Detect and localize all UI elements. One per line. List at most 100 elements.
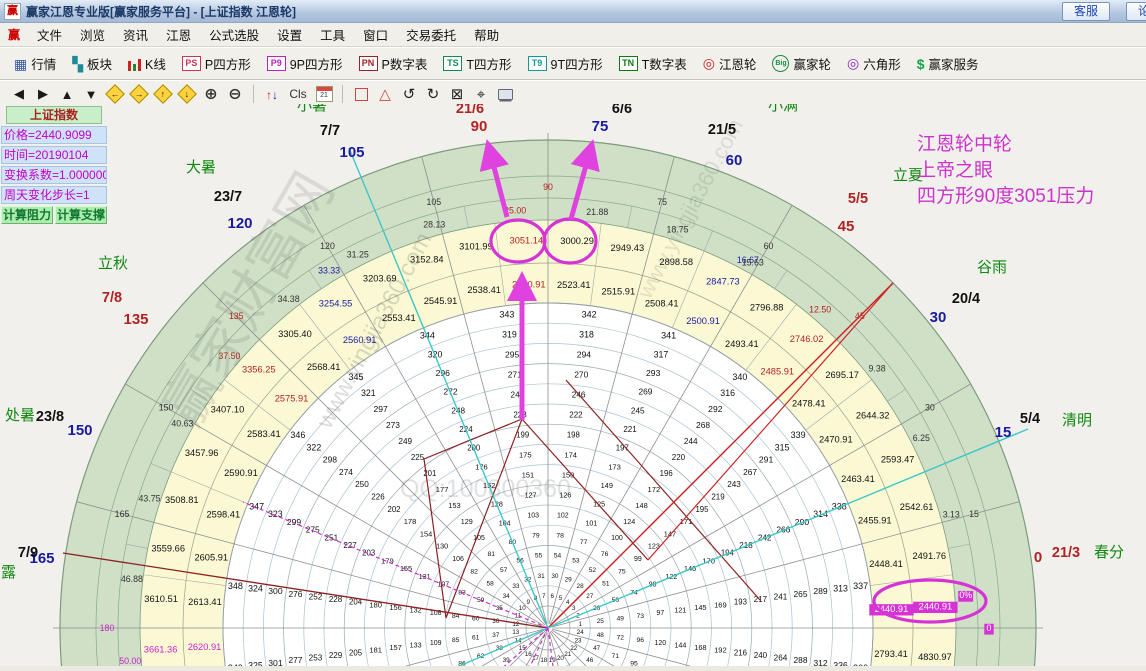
svg-text:47: 47 — [593, 645, 601, 652]
svg-text:145: 145 — [694, 603, 706, 612]
pan-left-button[interactable]: ◀ — [8, 84, 30, 104]
svg-text:127: 127 — [525, 491, 537, 500]
svg-text:144: 144 — [674, 640, 686, 649]
svg-text:252: 252 — [309, 592, 323, 601]
svg-text:2605.91: 2605.91 — [194, 553, 228, 563]
svg-text:244: 244 — [684, 437, 698, 446]
calc-resistance-button[interactable]: 计算阻力 — [1, 206, 53, 224]
menu-item-8[interactable]: 交易委托 — [397, 23, 465, 46]
info-row-2: 变换系数=1.000000 — [1, 166, 107, 184]
toolbar-button-P数字表[interactable]: PNP数字表 — [351, 52, 436, 76]
toolbar-button-9P四方形[interactable]: P99P四方形 — [259, 52, 351, 76]
adjust-range-button[interactable]: ↑↓ — [261, 84, 283, 104]
svg-text:348: 348 — [228, 581, 243, 591]
svg-text:2542.61: 2542.61 — [900, 502, 934, 512]
svg-text:178: 178 — [404, 517, 417, 526]
svg-text:75: 75 — [618, 568, 626, 575]
toolbar-button-赢家轮[interactable]: Big赢家轮 — [764, 52, 839, 76]
svg-text:79: 79 — [532, 533, 540, 540]
svg-text:11: 11 — [515, 613, 522, 620]
menu-item-9[interactable]: 帮助 — [465, 23, 508, 46]
menu-item-5[interactable]: 设置 — [268, 23, 311, 46]
menu-item-7[interactable]: 窗口 — [354, 23, 397, 46]
client-service-button[interactable]: 客服 — [1062, 2, 1110, 21]
svg-text:5/5: 5/5 — [848, 191, 868, 207]
calendar-button[interactable]: 21 — [313, 84, 335, 104]
svg-text:324: 324 — [248, 583, 263, 593]
rotate-cw-button[interactable]: ↻ — [422, 84, 444, 104]
svg-text:2515.91: 2515.91 — [602, 286, 636, 296]
svg-text:179: 179 — [381, 556, 394, 565]
svg-text:15: 15 — [969, 509, 979, 519]
menu-item-0[interactable]: 文件 — [28, 23, 71, 46]
svg-text:97: 97 — [656, 610, 664, 617]
badge-icon-PS: PS — [182, 56, 201, 71]
svg-text:21.88: 21.88 — [586, 207, 608, 217]
menu-item-3[interactable]: 江恩 — [157, 23, 200, 46]
svg-text:155: 155 — [400, 564, 412, 573]
svg-text:322: 322 — [307, 442, 322, 452]
pan-down-button[interactable]: ▼ — [80, 84, 102, 104]
forum-button[interactable]: 论坛 — [1126, 2, 1146, 21]
toolbar-label: 9P四方形 — [290, 54, 343, 73]
step-down-button[interactable]: ↓ — [176, 84, 198, 104]
calc-support-button[interactable]: 计算支撑 — [55, 206, 107, 224]
svg-text:105: 105 — [339, 144, 364, 161]
menu-item-6[interactable]: 工具 — [311, 23, 354, 46]
delete-overlay-button[interactable]: ⊠ — [446, 84, 468, 104]
toolbar-button-板块[interactable]: ▚板块 — [64, 52, 120, 76]
svg-text:7: 7 — [542, 593, 546, 600]
svg-text:2470.91: 2470.91 — [819, 435, 853, 445]
draw-triangle-button[interactable]: △ — [374, 84, 396, 104]
svg-text:265: 265 — [794, 589, 808, 599]
svg-text:22: 22 — [570, 645, 577, 652]
rotate-ccw-button[interactable]: ↺ — [398, 84, 420, 104]
toolbar-button-T数字表[interactable]: TNT数字表 — [611, 52, 695, 76]
toolbar-button-K线[interactable]: K线 — [120, 52, 174, 76]
menu-item-2[interactable]: 资讯 — [114, 23, 157, 46]
svg-text:16.67: 16.67 — [737, 255, 759, 265]
svg-text:3305.40: 3305.40 — [278, 329, 312, 339]
zoom-out-button[interactable]: ⊖ — [224, 84, 246, 104]
toolbar-button-行情[interactable]: ▦行情 — [6, 52, 64, 76]
zoom-in-button[interactable]: ⊕ — [200, 84, 222, 104]
pan-up-button[interactable]: ▲ — [56, 84, 78, 104]
svg-text:165: 165 — [115, 509, 130, 519]
draw-square-button[interactable] — [350, 84, 372, 104]
toolbar-button-P四方形[interactable]: PSP四方形 — [174, 52, 259, 76]
toolbar-label: T数字表 — [642, 54, 687, 73]
svg-text:2898.58: 2898.58 — [659, 257, 693, 267]
svg-text:23: 23 — [575, 637, 582, 644]
svg-text:3000.29: 3000.29 — [560, 236, 594, 246]
svg-text:29: 29 — [565, 576, 573, 583]
pan-right-button[interactable]: ▶ — [32, 84, 54, 104]
svg-text:318: 318 — [579, 329, 594, 339]
svg-text:199: 199 — [516, 431, 529, 440]
svg-text:2593.47: 2593.47 — [881, 455, 915, 465]
rotate-left-button[interactable]: ← — [104, 84, 126, 104]
svg-text:49: 49 — [617, 615, 625, 622]
svg-text:205: 205 — [349, 648, 363, 657]
svg-text:264: 264 — [774, 654, 788, 663]
toolbar-button-赢家服务[interactable]: $赢家服务 — [909, 52, 987, 76]
center-button[interactable]: ⌖ — [470, 84, 492, 104]
rotate-right-button[interactable]: → — [128, 84, 150, 104]
toolbar-label: 六角形 — [863, 54, 901, 73]
svg-text:277: 277 — [288, 655, 302, 665]
step-up-button[interactable]: ↑ — [152, 84, 174, 104]
toolbar-button-江恩轮[interactable]: ◎江恩轮 — [695, 52, 765, 76]
svg-text:288: 288 — [794, 655, 808, 665]
svg-text:28.13: 28.13 — [423, 220, 445, 230]
svg-text:346: 346 — [290, 430, 305, 440]
clear-button[interactable]: Cls — [285, 84, 311, 104]
svg-text:341: 341 — [661, 331, 676, 341]
svg-text:60: 60 — [764, 241, 774, 251]
toolbar-button-9T四方形[interactable]: T99T四方形 — [520, 52, 611, 76]
svg-text:337: 337 — [853, 581, 868, 591]
svg-text:27: 27 — [586, 593, 594, 600]
menu-item-1[interactable]: 浏览 — [71, 23, 114, 46]
toolbar-button-六角形[interactable]: ◎六角形 — [839, 52, 909, 76]
menu-item-4[interactable]: 公式选股 — [200, 23, 268, 46]
toolbar-button-T四方形[interactable]: TST四方形 — [435, 52, 519, 76]
presentation-button[interactable] — [494, 84, 516, 104]
